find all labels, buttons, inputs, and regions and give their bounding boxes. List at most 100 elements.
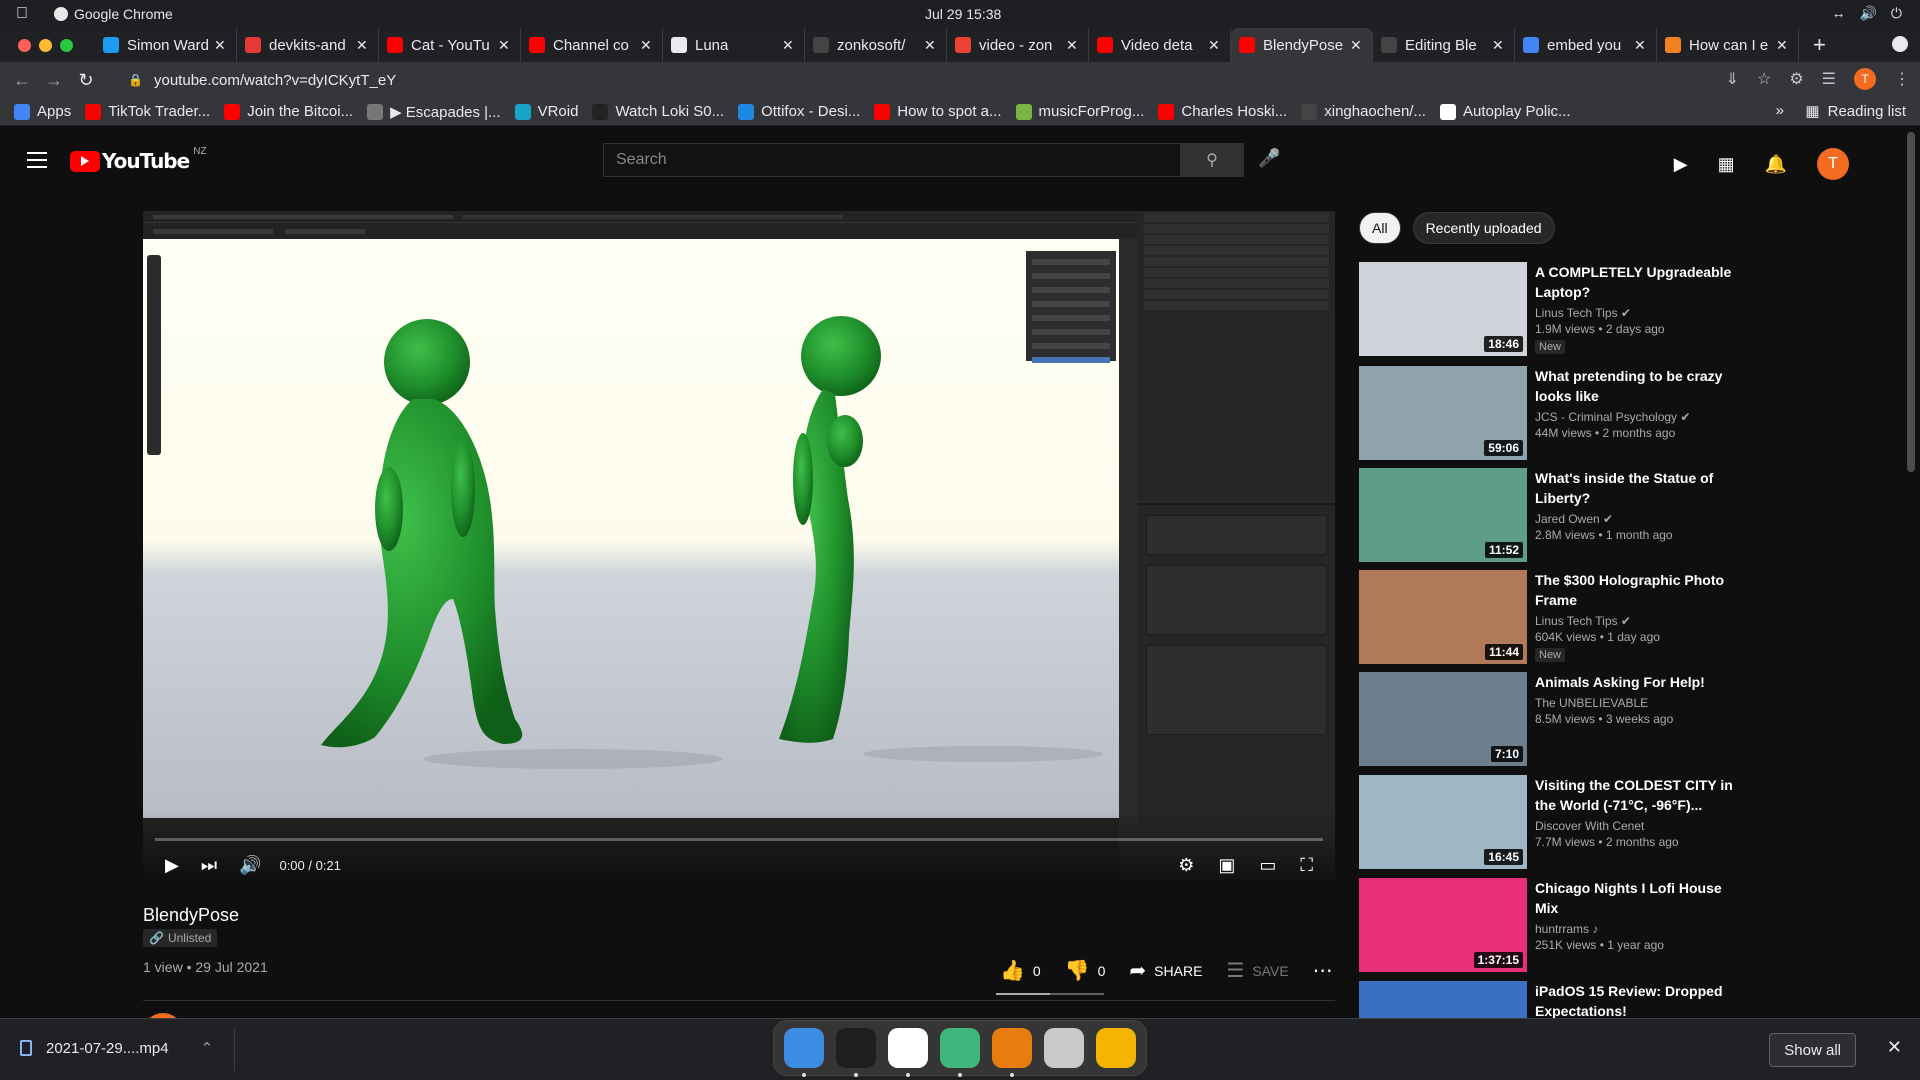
install-icon[interactable]: ⇓: [1726, 69, 1739, 89]
recommended-video[interactable]: 59:06 What pretending to be crazy looks l…: [1359, 366, 1739, 460]
close-tab-icon[interactable]: ✕: [1634, 37, 1648, 54]
bookmark-item[interactable]: Watch Loki S0...: [592, 103, 724, 121]
forward-icon[interactable]: →: [38, 70, 70, 91]
play-icon[interactable]: ▶: [165, 855, 179, 876]
video-thumbnail[interactable]: 16:45: [1359, 775, 1527, 869]
browser-tab[interactable]: embed you ✕: [1515, 28, 1657, 62]
volume-icon[interactable]: 🔊: [1859, 5, 1876, 22]
browser-tab[interactable]: Editing Ble ✕: [1373, 28, 1515, 62]
browser-tab[interactable]: How can I e ✕: [1657, 28, 1799, 62]
browser-tab[interactable]: BlendyPose ✕: [1231, 28, 1373, 62]
video-title[interactable]: iPadOS 15 Review: Dropped Expectations!: [1535, 981, 1735, 1021]
bookmark-item[interactable]: How to spot a...: [874, 103, 1002, 121]
next-icon[interactable]: ⏭: [201, 855, 217, 876]
channel-name[interactable]: Discover With Cenet: [1535, 819, 1735, 833]
theater-mode-icon[interactable]: ▭: [1259, 855, 1276, 876]
share-button[interactable]: ➦ SHARE: [1129, 958, 1202, 983]
bookmark-item[interactable]: Ottifox - Desi...: [738, 103, 860, 121]
bookmark-item[interactable]: Join the Bitcoi...: [224, 103, 353, 121]
video-title[interactable]: A COMPLETELY Upgradeable Laptop?: [1535, 262, 1735, 302]
tab-search-icon[interactable]: [1892, 36, 1908, 52]
launchpad-icon[interactable]: [1096, 1028, 1136, 1068]
channel-name[interactable]: huntrrams ♪: [1535, 922, 1735, 936]
close-tab-icon[interactable]: ✕: [782, 37, 796, 54]
more-actions-icon[interactable]: ⋯: [1313, 958, 1333, 983]
apps-grid-icon[interactable]: ▦: [1718, 154, 1735, 175]
trash-icon[interactable]: [1044, 1028, 1084, 1068]
video-player[interactable]: ▶ ⏭ 🔊 0:00 / 0:21 ⚙ ▣ ▭ ⛶: [143, 211, 1335, 881]
extensions-icon[interactable]: ⚙: [1789, 69, 1803, 89]
volume-icon[interactable]: 🔊: [239, 855, 261, 876]
settings-gear-icon[interactable]: ⚙: [1178, 855, 1194, 876]
bookmark-item[interactable]: Charles Hoski...: [1158, 103, 1287, 121]
lock-icon[interactable]: 🔒: [128, 73, 143, 87]
voice-search-icon[interactable]: 🎤: [1258, 148, 1280, 169]
filter-chip[interactable]: Recently uploaded: [1412, 212, 1555, 244]
minimize-window-button[interactable]: [39, 38, 52, 52]
bookmark-item[interactable]: TikTok Trader...: [85, 103, 210, 121]
video-title[interactable]: Visiting the COLDEST CITY in the World (…: [1535, 775, 1735, 815]
video-thumbnail[interactable]: 11:52: [1359, 468, 1527, 562]
channel-name[interactable]: Linus Tech Tips ✔: [1535, 614, 1735, 628]
browser-tab[interactable]: Simon Ward ✕: [95, 28, 237, 62]
close-tab-icon[interactable]: ✕: [1066, 37, 1080, 54]
reload-icon[interactable]: ↻: [70, 70, 102, 91]
search-input[interactable]: Search: [603, 143, 1181, 177]
close-tab-icon[interactable]: ✕: [498, 37, 512, 54]
close-tab-icon[interactable]: ✕: [1350, 37, 1364, 54]
channel-name[interactable]: Jared Owen ✔: [1535, 512, 1735, 526]
video-title[interactable]: The $300 Holographic Photo Frame: [1535, 570, 1735, 610]
chevron-up-icon[interactable]: ⌃: [201, 1039, 214, 1057]
apple-menu-icon[interactable]: : [16, 5, 34, 23]
close-window-button[interactable]: [18, 38, 31, 52]
bookmarks-overflow-button[interactable]: »: [1776, 102, 1784, 119]
browser-tab[interactable]: Luna ✕: [663, 28, 805, 62]
video-thumbnail[interactable]: 11:44: [1359, 570, 1527, 664]
active-app-name[interactable]: Google Chrome: [54, 6, 173, 22]
show-all-downloads-button[interactable]: Show all: [1769, 1033, 1856, 1067]
blender-icon[interactable]: [992, 1028, 1032, 1077]
dislike-button[interactable]: 👎 0: [1065, 958, 1106, 983]
bookmark-item[interactable]: Autoplay Polic...: [1439, 103, 1571, 121]
close-tab-icon[interactable]: ✕: [924, 37, 938, 54]
arrows-icon[interactable]: ↔: [1831, 5, 1845, 22]
notifications-bell-icon[interactable]: 🔔: [1765, 154, 1787, 175]
recommended-video[interactable]: 16:45 Visiting the COLDEST CITY in the Wo…: [1359, 775, 1739, 869]
browser-tab[interactable]: devkits-and ✕: [237, 28, 379, 62]
browser-tab[interactable]: Cat - YouTu ✕: [379, 28, 521, 62]
video-thumbnail[interactable]: 1:37:15: [1359, 878, 1527, 972]
terminal-icon[interactable]: [836, 1028, 876, 1077]
power-icon[interactable]: ⏻: [1891, 5, 1902, 22]
save-button[interactable]: ☰ SAVE: [1226, 958, 1288, 983]
media-control-icon[interactable]: ☰: [1822, 69, 1836, 89]
create-video-icon[interactable]: ▶: [1674, 154, 1688, 175]
bookmark-item[interactable]: VRoid: [514, 103, 578, 121]
reading-list-button[interactable]: ▦ Reading list: [1805, 102, 1906, 121]
recommended-video[interactable]: 1:37:15 Chicago Nights I Lofi House Mix hu…: [1359, 878, 1739, 972]
close-download-bar-icon[interactable]: ✕: [1887, 1037, 1902, 1058]
recommended-video[interactable]: 7:10 Animals Asking For Help! The UNBELIEV…: [1359, 672, 1739, 766]
browser-tab[interactable]: zonkosoft/ ✕: [805, 28, 947, 62]
browser-tab[interactable]: Channel co ✕: [521, 28, 663, 62]
fullscreen-icon[interactable]: ⛶: [1300, 855, 1313, 876]
browser-tab[interactable]: Video deta ✕: [1089, 28, 1231, 62]
search-button[interactable]: ⚲: [1180, 143, 1244, 177]
browser-menu-icon[interactable]: ⋮: [1894, 69, 1910, 89]
video-title[interactable]: What pretending to be crazy looks like: [1535, 366, 1735, 406]
bookmark-star-icon[interactable]: ☆: [1757, 69, 1771, 89]
video-title[interactable]: Chicago Nights I Lofi House Mix: [1535, 878, 1735, 918]
atom-icon[interactable]: [940, 1028, 980, 1077]
bookmark-item[interactable]: Apps: [14, 103, 71, 121]
like-button[interactable]: 👍 0: [1000, 958, 1041, 983]
recommended-video[interactable]: 11:52 What's inside the Statue of Liberty…: [1359, 468, 1739, 562]
account-avatar[interactable]: T: [1817, 148, 1849, 180]
recommended-video[interactable]: 18:46 A COMPLETELY Upgradeable Laptop? Lin…: [1359, 262, 1739, 356]
close-tab-icon[interactable]: ✕: [356, 37, 370, 54]
video-progress-bar[interactable]: [155, 838, 1323, 841]
filter-chip[interactable]: All: [1359, 212, 1401, 244]
channel-name[interactable]: Linus Tech Tips ✔: [1535, 306, 1735, 320]
close-tab-icon[interactable]: ✕: [640, 37, 654, 54]
browser-tab[interactable]: video - zon ✕: [947, 28, 1089, 62]
profile-avatar[interactable]: T: [1854, 68, 1876, 90]
youtube-logo[interactable]: YouTube NZ: [70, 146, 207, 173]
